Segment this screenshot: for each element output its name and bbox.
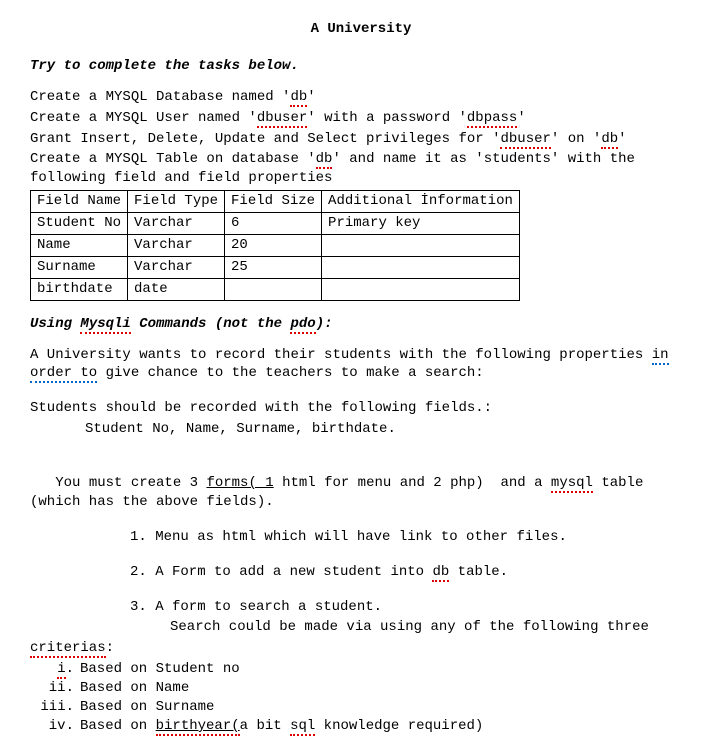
th: Field Name bbox=[31, 191, 128, 213]
spell-db: db bbox=[432, 564, 449, 582]
spell-mysqli: Mysqli bbox=[80, 316, 130, 334]
spell-i: i bbox=[57, 661, 65, 679]
numbered-item-3: 3. A form to search a student. bbox=[30, 598, 692, 617]
spell-birthyear: birthyear( bbox=[156, 718, 240, 736]
text: 2. A Form to add a new student into bbox=[130, 564, 432, 580]
th: Field Size bbox=[225, 191, 322, 213]
task-line-2: Create a MYSQL User named 'dbuser' with … bbox=[30, 109, 692, 128]
roman-text: Based on Name bbox=[80, 679, 189, 698]
roman-num: iii. bbox=[30, 698, 80, 717]
task-line-3: Grant Insert, Delete, Update and Select … bbox=[30, 130, 692, 149]
text: ): bbox=[316, 316, 333, 332]
th: Additional İnformation bbox=[322, 191, 520, 213]
section2-heading: Using Mysqli Commands (not the pdo): bbox=[30, 315, 692, 334]
roman-item: ii. Based on Name bbox=[30, 679, 692, 698]
td: birthdate bbox=[31, 278, 128, 300]
td: 20 bbox=[225, 235, 322, 257]
underline-forms: forms( 1 bbox=[206, 475, 273, 491]
td bbox=[322, 235, 520, 257]
spell-db: db bbox=[290, 89, 307, 107]
text: ' bbox=[517, 110, 525, 126]
spell-criterias: criterias bbox=[30, 640, 106, 658]
roman-item: iii. Based on Surname bbox=[30, 698, 692, 717]
td: Varchar bbox=[128, 213, 225, 235]
spell-dbuser: dbuser bbox=[500, 131, 550, 149]
task-line-4: Create a MYSQL Table on database 'db' an… bbox=[30, 150, 692, 188]
text: ' on ' bbox=[551, 131, 601, 147]
spell-mysql: mysql bbox=[551, 475, 593, 493]
td: 6 bbox=[225, 213, 322, 235]
roman-list: i. Based on Student no ii. Based on Name… bbox=[30, 660, 692, 736]
numbered-item-3-sub: Search could be made via using any of th… bbox=[30, 618, 692, 637]
text: Create a MYSQL Table on database ' bbox=[30, 151, 316, 167]
section2-p3: You must create 3 forms( 1 html for menu… bbox=[30, 455, 692, 512]
td: Student No bbox=[31, 213, 128, 235]
roman-num: ii. bbox=[30, 679, 80, 698]
text: Create a MYSQL Database named ' bbox=[30, 89, 290, 105]
spell-dbpass: dbpass bbox=[467, 110, 517, 128]
text: Grant Insert, Delete, Update and Select … bbox=[30, 131, 500, 147]
text: A University wants to record their stude… bbox=[30, 347, 652, 363]
doc-title: A University bbox=[30, 20, 692, 39]
th: Field Type bbox=[128, 191, 225, 213]
text: knowledge required) bbox=[315, 718, 483, 734]
fields-table: Field Name Field Type Field Size Additio… bbox=[30, 190, 520, 300]
roman-text: Based on Student no bbox=[80, 660, 240, 679]
text: html for menu and 2 php) and a bbox=[274, 475, 551, 491]
text: Using bbox=[30, 316, 80, 332]
roman-num: i. bbox=[30, 660, 80, 679]
table-header-row: Field Name Field Type Field Size Additio… bbox=[31, 191, 520, 213]
text: Search could be made via using any of th… bbox=[170, 619, 649, 635]
td: date bbox=[128, 278, 225, 300]
table-row: Surname Varchar 25 bbox=[31, 256, 520, 278]
td: Primary key bbox=[322, 213, 520, 235]
spell-sql: sql bbox=[290, 718, 315, 736]
spell-pdo: pdo bbox=[290, 316, 315, 334]
intro-subtitle: Try to complete the tasks below. bbox=[30, 57, 692, 76]
numbered-item-2: 2. A Form to add a new student into db t… bbox=[30, 563, 692, 582]
roman-item: iv. Based on birthyear(a bit sql knowled… bbox=[30, 717, 692, 736]
table-row: Name Varchar 20 bbox=[31, 235, 520, 257]
roman-text: Based on Surname bbox=[80, 698, 214, 717]
td: Name bbox=[31, 235, 128, 257]
text: ' bbox=[618, 131, 626, 147]
td: Varchar bbox=[128, 256, 225, 278]
text: table. bbox=[449, 564, 508, 580]
section2-p2-fields: Student No, Name, Surname, birthdate. bbox=[30, 420, 692, 439]
text: Create a MYSQL User named ' bbox=[30, 110, 257, 126]
criterias-line: criterias: bbox=[30, 639, 692, 658]
text: Based on bbox=[80, 718, 156, 734]
text: ' bbox=[307, 89, 315, 105]
text: give chance to the teachers to make a se… bbox=[97, 365, 483, 381]
spell-db: db bbox=[316, 151, 333, 169]
roman-num: iv. bbox=[30, 717, 80, 736]
table-row: birthdate date bbox=[31, 278, 520, 300]
roman-item: i. Based on Student no bbox=[30, 660, 692, 679]
section2-p1: A University wants to record their stude… bbox=[30, 346, 692, 384]
spell-db: db bbox=[601, 131, 618, 149]
spell-dbuser: dbuser bbox=[257, 110, 307, 128]
section2-p2: Students should be recorded with the fol… bbox=[30, 399, 692, 418]
text: : bbox=[106, 640, 114, 656]
td bbox=[322, 278, 520, 300]
task-line-1: Create a MYSQL Database named 'db' bbox=[30, 88, 692, 107]
text: ' with a password ' bbox=[307, 110, 467, 126]
td: Surname bbox=[31, 256, 128, 278]
td: 25 bbox=[225, 256, 322, 278]
td bbox=[225, 278, 322, 300]
table-row: Student No Varchar 6 Primary key bbox=[31, 213, 520, 235]
text: You must create 3 bbox=[30, 475, 206, 491]
text: a bit bbox=[240, 718, 290, 734]
td: Varchar bbox=[128, 235, 225, 257]
roman-text: Based on birthyear(a bit sql knowledge r… bbox=[80, 717, 483, 736]
td bbox=[322, 256, 520, 278]
text: Commands (not the bbox=[131, 316, 291, 332]
numbered-item-1: 1. Menu as html which will have link to … bbox=[30, 528, 692, 547]
